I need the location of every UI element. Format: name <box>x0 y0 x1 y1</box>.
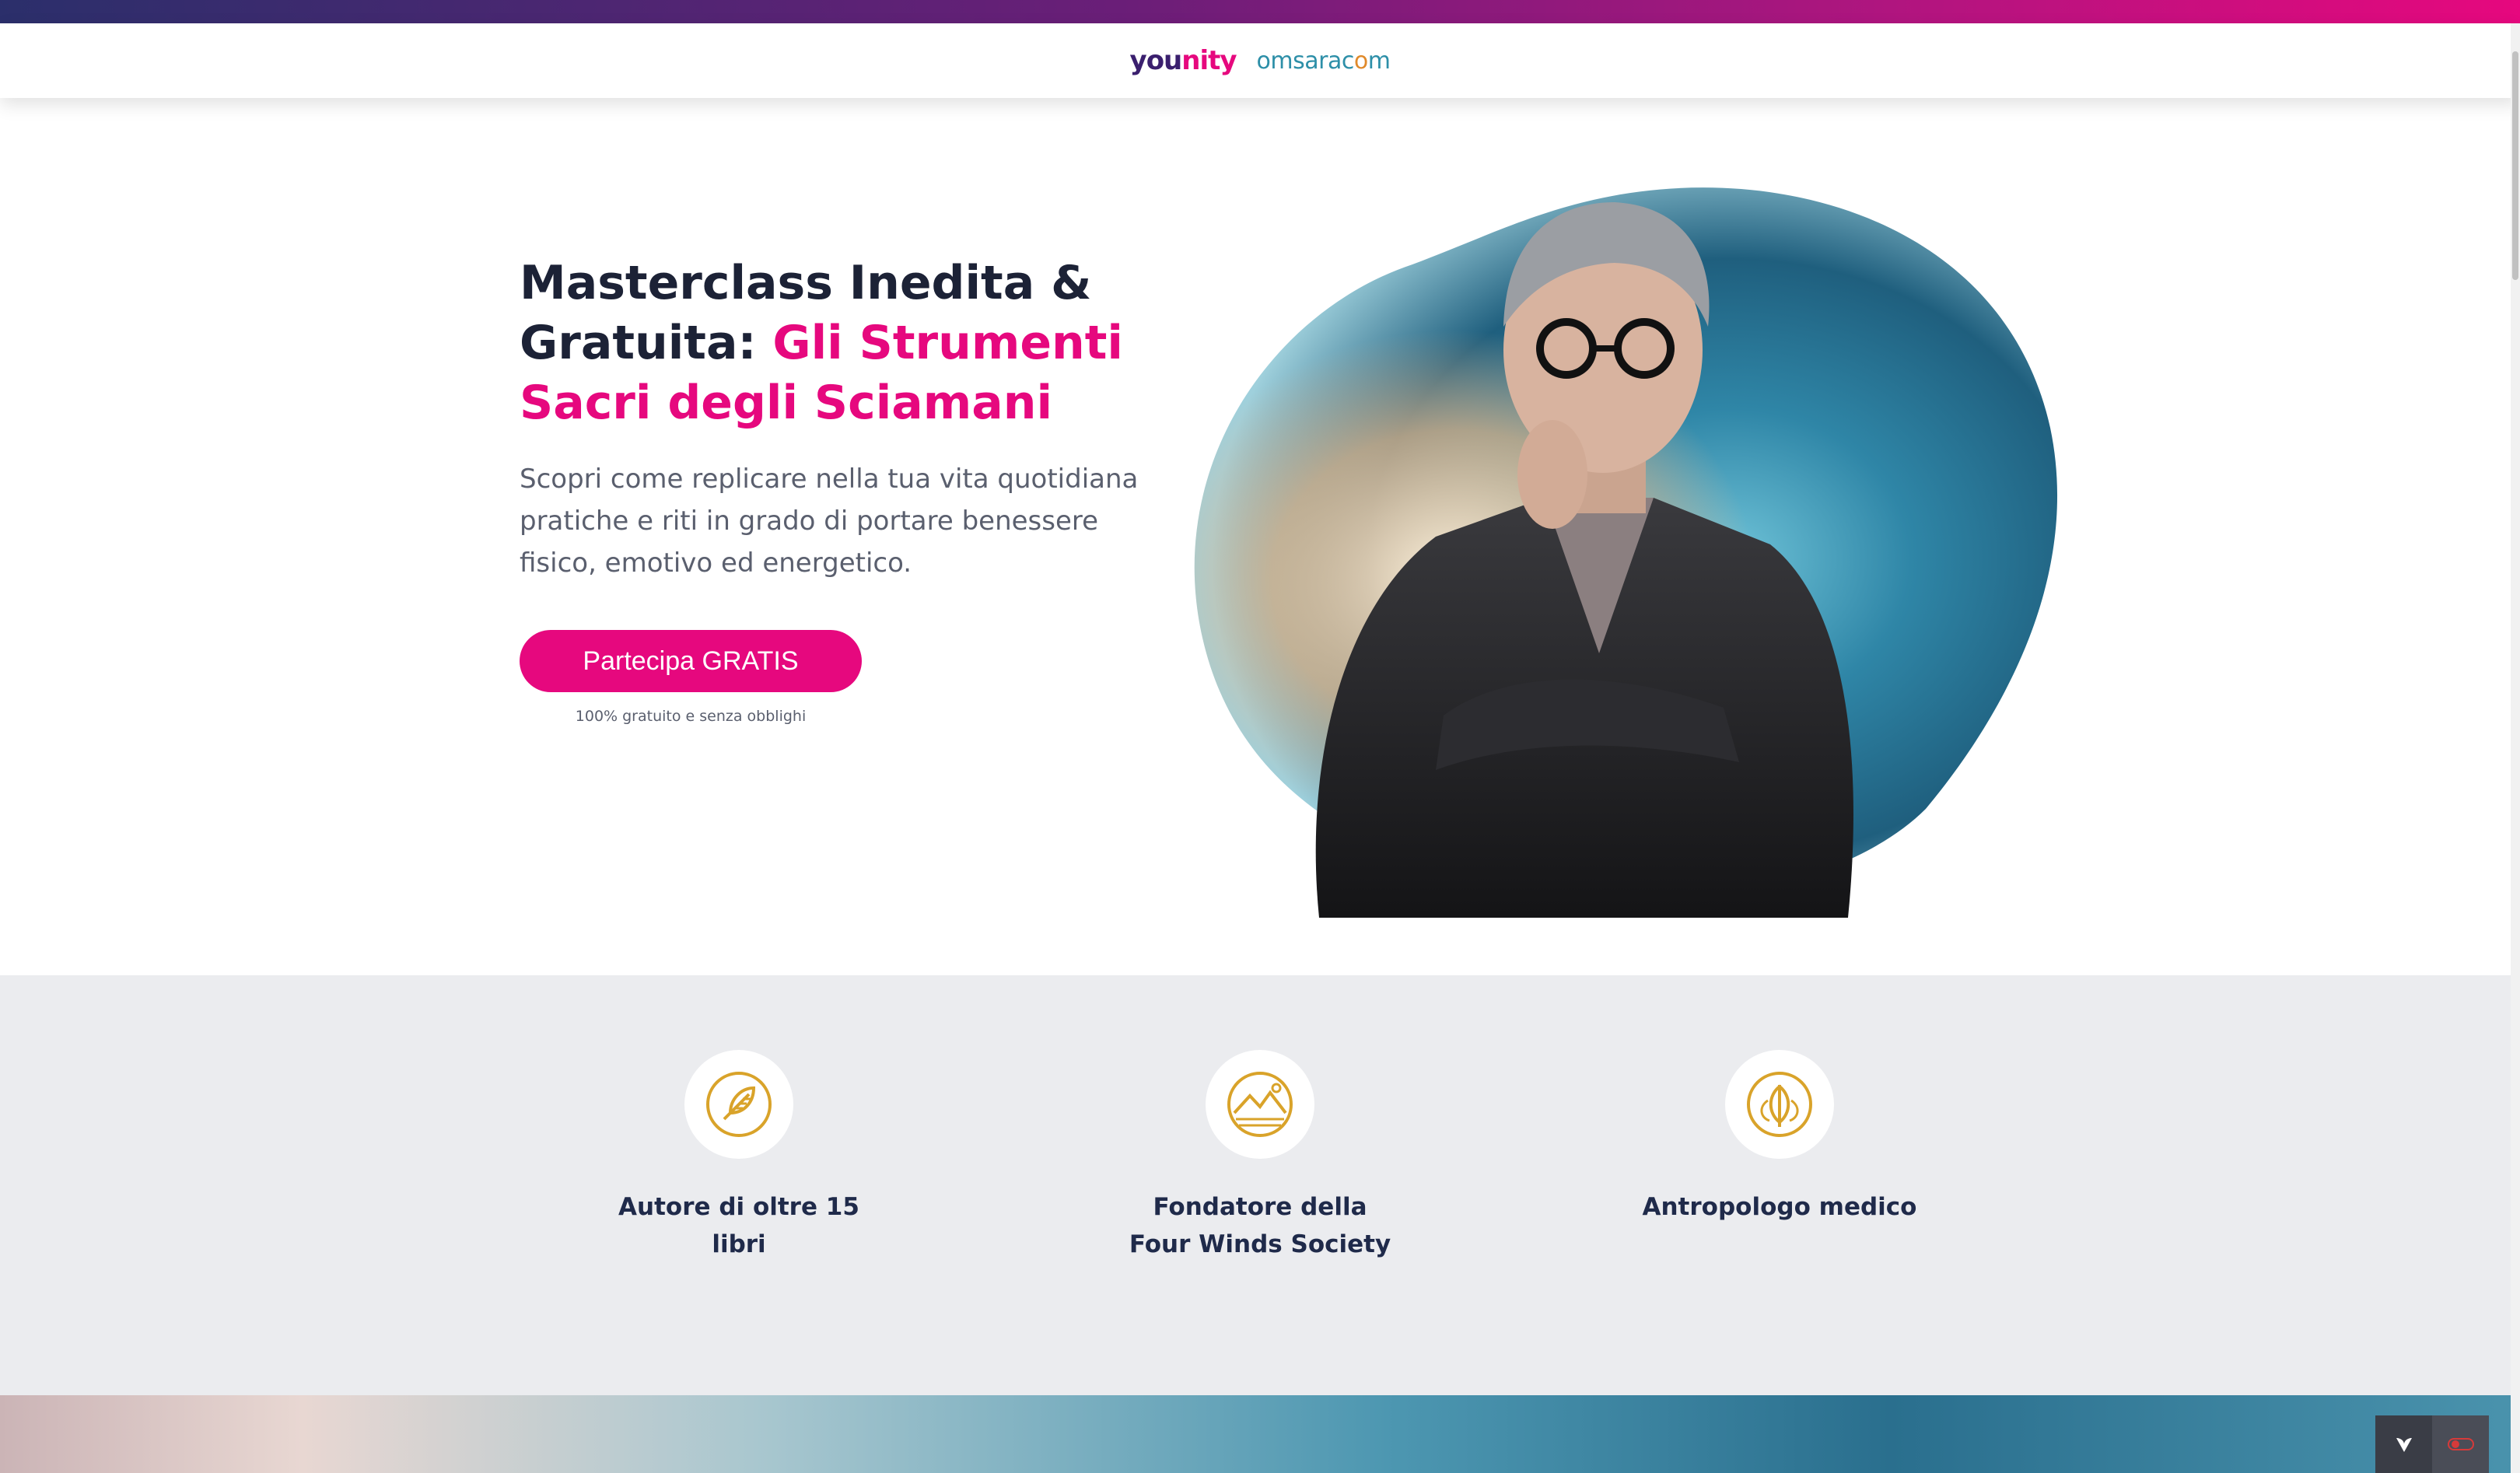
toggle-icon[interactable] <box>2432 1415 2489 1473</box>
leaves-icon <box>1747 1072 1812 1137</box>
bottom-image-band <box>0 1395 2520 1473</box>
feature-icon-circle <box>1206 1050 1314 1159</box>
features-section: Autore di oltre 15 libri Fondatore della… <box>0 975 2520 1395</box>
younity-logo-suffix: nity <box>1181 45 1237 76</box>
partecipa-gratis-button[interactable]: Partecipa GRATIS <box>520 630 862 692</box>
feature-label: Antropologo medico <box>1642 1193 1917 1221</box>
top-gradient-bar <box>0 0 2520 23</box>
cta-note: 100% gratuito e senza obblighi <box>575 708 807 725</box>
feature-icon-circle <box>1725 1050 1834 1159</box>
hero-headline: Masterclass Inedita & Gratuita: Gli Stru… <box>520 254 1157 433</box>
presenter-portrait <box>1194 187 2058 918</box>
leaf-logo-icon[interactable] <box>2375 1415 2432 1473</box>
omsaracom-logo[interactable]: omsaracom <box>1257 47 1391 75</box>
feature-item: Autore di oltre 15 libri <box>599 1050 879 1263</box>
hero-subtext: Scopri come replicare nella tua vita quo… <box>520 464 1139 579</box>
page-scrollbar[interactable] <box>2511 23 2520 1473</box>
scrollbar-thumb[interactable] <box>2512 51 2518 280</box>
feature-label: Fondatore della Four Winds Society <box>1129 1193 1391 1258</box>
omsaracom-logo-prefix: omsarac <box>1256 47 1355 75</box>
feature-icon-circle <box>684 1050 793 1159</box>
younity-logo[interactable]: younity <box>1130 45 1237 76</box>
feature-label: Autore di oltre 15 libri <box>618 1193 859 1258</box>
mountains-icon <box>1227 1072 1293 1137</box>
feature-item: Fondatore della Four Winds Society <box>1120 1050 1400 1263</box>
omsaracom-logo-suffix: m <box>1367 47 1391 75</box>
hero-text-block: Masterclass Inedita & Gratuita: Gli Stru… <box>520 254 1157 584</box>
younity-logo-prefix: you <box>1129 45 1183 76</box>
feature-item: Antropologo medico <box>1640 1050 1920 1226</box>
site-header: younity omsaracom <box>0 23 2520 98</box>
hero-section: Masterclass Inedita & Gratuita: Gli Stru… <box>0 98 2520 975</box>
feather-icon <box>706 1072 772 1137</box>
omsaracom-logo-o: o <box>1353 47 1368 75</box>
floating-widget[interactable] <box>2375 1415 2489 1473</box>
